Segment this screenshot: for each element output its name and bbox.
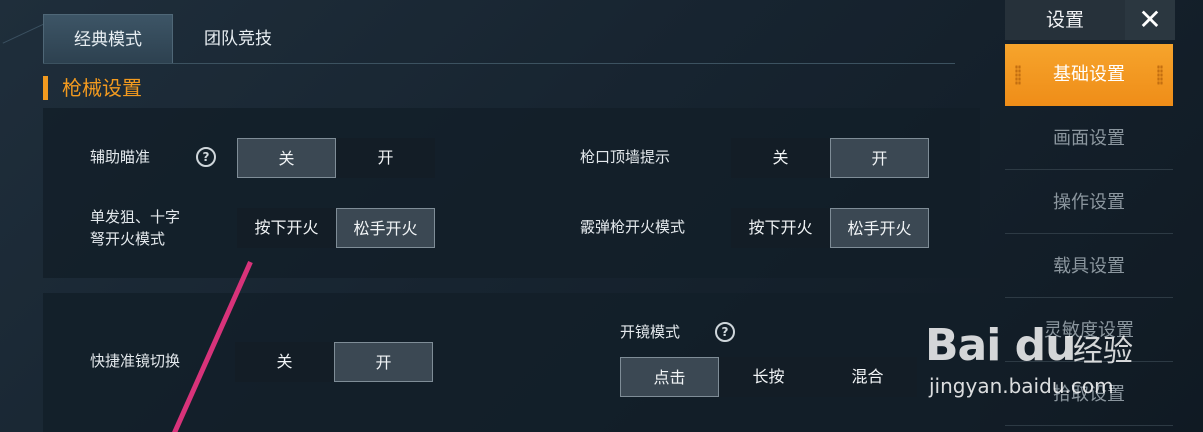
sniper-fire-label: 单发狙、十字 弩开火模式 <box>90 206 180 250</box>
scope-mode-hold-option[interactable]: 长按 <box>719 357 818 397</box>
sniper-fire-mode-toggle: 按下开火 松手开火 <box>237 208 435 248</box>
mode-tabs: 经典模式 团队竞技 <box>43 14 303 64</box>
muzzle-hint-label: 枪口顶墙提示 <box>580 148 671 166</box>
muzzle-hint-on-option[interactable]: 开 <box>830 138 929 178</box>
sidebar-title: 设置 <box>1005 0 1125 40</box>
sidebar-item-basic[interactable]: 基础设置 <box>1005 44 1173 106</box>
close-icon[interactable]: ✕ <box>1125 0 1175 40</box>
watermark-logo: Bai du <box>925 320 1076 371</box>
tab-divider <box>43 63 955 64</box>
sidebar-item-graphics[interactable]: 画面设置 <box>1005 108 1173 170</box>
scope-mode-help-icon[interactable]: ? <box>715 322 735 342</box>
scope-mode-mixed-option[interactable]: 混合 <box>818 357 917 397</box>
scope-switch-on-option[interactable]: 开 <box>334 342 433 382</box>
drag-dots-icon <box>1157 65 1163 85</box>
drag-dots-icon <box>1015 65 1021 85</box>
scope-switch-off-option[interactable]: 关 <box>235 342 334 382</box>
muzzle-hint-off-option[interactable]: 关 <box>731 138 830 178</box>
muzzle-hint-toggle: 关 开 <box>731 138 929 178</box>
sniper-fire-label-line1: 单发狙、十字 <box>90 208 181 226</box>
watermark-url: jingyan.baidu.com <box>929 374 1114 398</box>
aim-assist-help-icon[interactable]: ? <box>196 147 216 167</box>
sniper-press-fire-option[interactable]: 按下开火 <box>237 208 336 248</box>
watermark-text: 经验 <box>1073 334 1133 369</box>
baidu-jingyan-watermark: Bai du 经验 jingyan.baidu.com <box>925 300 1155 420</box>
sidebar-item-vehicle[interactable]: 载具设置 <box>1005 236 1173 298</box>
sidebar-item-controls[interactable]: 操作设置 <box>1005 172 1173 234</box>
weapon-settings-panel: 辅助瞄准 ? 关 开 枪口顶墙提示 关 开 单发狙、十字 弩开火模式 按下开火 … <box>43 108 980 278</box>
shotgun-fire-label: 霰弹枪开火模式 <box>580 218 686 236</box>
section-title: 枪械设置 <box>43 76 142 100</box>
aim-assist-label: 辅助瞄准 <box>90 148 151 166</box>
aim-assist-off-option[interactable]: 关 <box>237 138 336 178</box>
sidebar-item-label: 基础设置 <box>1053 64 1125 85</box>
sniper-fire-label-line2: 弩开火模式 <box>90 230 166 248</box>
scope-mode-label: 开镜模式 <box>620 323 681 341</box>
scope-switch-label: 快捷准镜切换 <box>90 352 181 370</box>
shotgun-press-fire-option[interactable]: 按下开火 <box>731 208 830 248</box>
scope-mode-tap-option[interactable]: 点击 <box>620 357 719 397</box>
scope-switch-toggle: 关 开 <box>235 342 433 382</box>
aim-assist-on-option[interactable]: 开 <box>336 138 435 178</box>
shotgun-fire-mode-toggle: 按下开火 松手开火 <box>731 208 929 248</box>
shotgun-release-fire-option[interactable]: 松手开火 <box>830 208 929 248</box>
tab-classic-mode[interactable]: 经典模式 <box>43 14 173 64</box>
scope-mode-toggle: 点击 长按 混合 <box>620 357 917 397</box>
sniper-release-fire-option[interactable]: 松手开火 <box>336 208 435 248</box>
tab-team-deathmatch[interactable]: 团队竞技 <box>173 14 303 64</box>
aim-assist-toggle: 关 开 <box>237 138 435 178</box>
